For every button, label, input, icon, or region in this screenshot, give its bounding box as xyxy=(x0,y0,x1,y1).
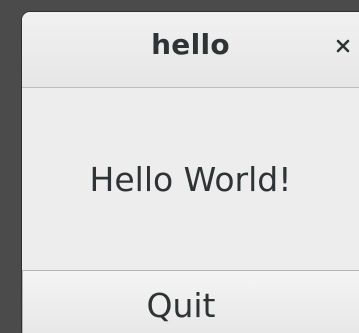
window-content: Hello World! xyxy=(22,88,359,268)
quit-button[interactable]: Quit xyxy=(22,270,359,333)
app-window: hello Hello World! Quit xyxy=(22,12,359,333)
window-titlebar[interactable]: hello xyxy=(22,12,359,88)
quit-button-label: Quit xyxy=(146,285,216,325)
hello-world-label: Hello World! xyxy=(89,160,292,199)
window-title: hello xyxy=(151,28,230,61)
close-icon xyxy=(336,39,350,53)
close-button[interactable] xyxy=(331,34,355,58)
